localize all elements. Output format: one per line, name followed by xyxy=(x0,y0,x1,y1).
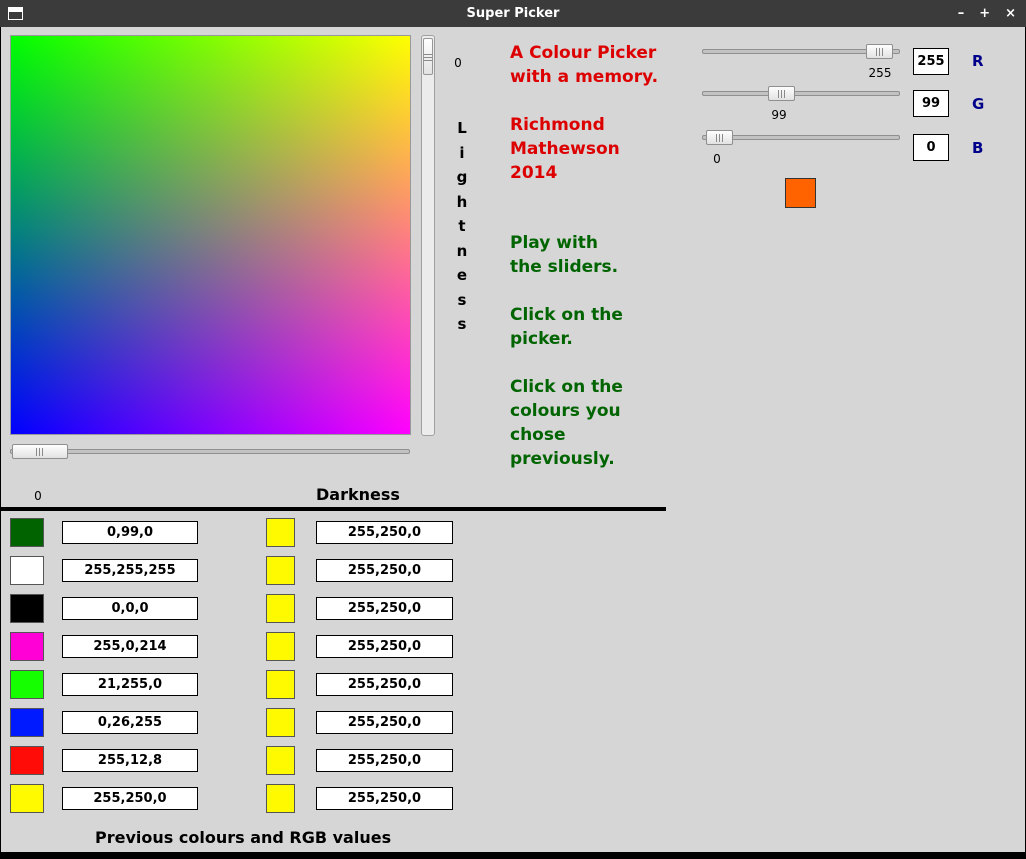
history-caption: Previous colours and RGB values xyxy=(95,828,391,847)
history-rgb-field[interactable]: 255,250,0 xyxy=(316,711,453,734)
history-rgb-field[interactable]: 255,250,0 xyxy=(316,673,453,696)
lightness-value: 0 xyxy=(448,56,468,70)
green-slider-value: 99 xyxy=(755,108,803,122)
history-colour-swatch[interactable] xyxy=(10,632,44,661)
history-colour-swatch[interactable] xyxy=(10,746,44,775)
history-row: 255,255,255 xyxy=(10,556,198,585)
minimize-button[interactable]: – xyxy=(958,6,965,21)
history-colour-swatch[interactable] xyxy=(266,784,295,813)
history-rgb-field[interactable]: 255,250,0 xyxy=(316,635,453,658)
green-slider[interactable] xyxy=(702,91,900,96)
current-colour-swatch xyxy=(785,178,816,208)
history-rgb-field[interactable]: 255,250,0 xyxy=(316,787,453,810)
history-rgb-field[interactable]: 255,12,8 xyxy=(62,749,198,772)
history-colour-swatch[interactable] xyxy=(10,784,44,813)
history-colour-swatch[interactable] xyxy=(266,632,295,661)
history-rgb-field[interactable]: 255,255,255 xyxy=(62,559,198,582)
separator-line xyxy=(0,507,666,511)
lightness-slider[interactable] xyxy=(421,35,435,436)
window-title: Super Picker xyxy=(0,6,1026,21)
slider-grip-icon xyxy=(778,90,786,98)
slider-grip-icon xyxy=(716,134,724,142)
window-icon[interactable] xyxy=(8,7,23,20)
slider-grip-icon xyxy=(876,48,884,56)
history-row: 255,250,0 xyxy=(266,708,453,737)
green-value-field[interactable]: 99 xyxy=(913,90,949,117)
history-rgb-field[interactable]: 0,0,0 xyxy=(62,597,198,620)
history-colour-swatch[interactable] xyxy=(10,556,44,585)
history-row: 255,250,0 xyxy=(266,746,453,775)
history-row: 0,99,0 xyxy=(10,518,198,547)
darkness-slider[interactable] xyxy=(10,449,410,454)
history-rgb-field[interactable]: 255,0,214 xyxy=(62,635,198,658)
darkness-value: 0 xyxy=(28,489,48,503)
history-row: 255,250,0 xyxy=(266,632,453,661)
credit-text: Richmond Mathewson 2014 xyxy=(510,113,620,185)
history-rgb-field[interactable]: 0,99,0 xyxy=(62,521,198,544)
titlebar: Super Picker – + × xyxy=(0,0,1026,27)
colour-picker-canvas[interactable] xyxy=(10,35,411,435)
history-colour-swatch[interactable] xyxy=(266,556,295,585)
history-rgb-field[interactable]: 255,250,0 xyxy=(316,597,453,620)
close-button[interactable]: × xyxy=(1005,6,1016,21)
headline-text: A Colour Picker with a memory. xyxy=(510,41,658,89)
super-picker-window: { "window": { "title": "Super Picker", "… xyxy=(0,0,1026,859)
history-colour-swatch[interactable] xyxy=(266,708,295,737)
history-row: 0,26,255 xyxy=(10,708,198,737)
history-colour-swatch[interactable] xyxy=(266,670,295,699)
blue-channel-label: B xyxy=(972,139,983,157)
red-slider-thumb[interactable] xyxy=(866,44,893,59)
darkness-label: Darkness xyxy=(316,485,400,504)
history-rgb-field[interactable]: 255,250,0 xyxy=(316,521,453,544)
history-row: 255,250,0 xyxy=(10,784,198,813)
tip-sliders-text: Play with the sliders. xyxy=(510,231,618,279)
history-row: 255,12,8 xyxy=(10,746,198,775)
maximize-button[interactable]: + xyxy=(979,6,990,21)
picker-gradient-overlay xyxy=(11,36,410,434)
red-slider-value: 255 xyxy=(856,66,904,80)
history-row: 255,0,214 xyxy=(10,632,198,661)
history-row: 255,250,0 xyxy=(266,518,453,547)
blue-slider-thumb[interactable] xyxy=(706,130,733,145)
history-row: 255,250,0 xyxy=(266,784,453,813)
history-rgb-field[interactable]: 21,255,0 xyxy=(62,673,198,696)
tip-picker-text: Click on the picker. xyxy=(510,303,623,351)
slider-grip-icon xyxy=(424,53,432,61)
history-colour-swatch[interactable] xyxy=(266,746,295,775)
window-bottom-border xyxy=(0,852,1026,859)
blue-slider-value: 0 xyxy=(693,152,741,166)
green-slider-thumb[interactable] xyxy=(768,86,795,101)
history-colour-swatch[interactable] xyxy=(10,518,44,547)
slider-grip-icon xyxy=(36,448,44,456)
history-rgb-field[interactable]: 255,250,0 xyxy=(316,559,453,582)
history-row: 255,250,0 xyxy=(266,556,453,585)
history-row: 21,255,0 xyxy=(10,670,198,699)
lightness-slider-thumb[interactable] xyxy=(423,38,433,75)
history-rgb-field[interactable]: 0,26,255 xyxy=(62,711,198,734)
tip-history-text: Click on the colours you chose previousl… xyxy=(510,375,623,471)
history-colour-swatch[interactable] xyxy=(266,594,295,623)
history-colour-swatch[interactable] xyxy=(10,708,44,737)
history-left-column: 0,99,0 255,255,255 0,0,0 255,0,214 21,25… xyxy=(10,518,198,813)
history-colour-swatch[interactable] xyxy=(266,518,295,547)
red-channel-label: R xyxy=(972,52,984,70)
history-right-column: 255,250,0 255,250,0 255,250,0 255,250,0 … xyxy=(266,518,453,813)
history-row: 0,0,0 xyxy=(10,594,198,623)
history-row: 255,250,0 xyxy=(266,670,453,699)
history-colour-swatch[interactable] xyxy=(10,670,44,699)
green-channel-label: G xyxy=(972,95,984,113)
window-controls: – + × xyxy=(958,0,1016,27)
history-colour-swatch[interactable] xyxy=(10,594,44,623)
lightness-label: L i g h t n e s s xyxy=(452,116,472,337)
history-rgb-field[interactable]: 255,250,0 xyxy=(316,749,453,772)
history-rgb-field[interactable]: 255,250,0 xyxy=(62,787,198,810)
red-value-field[interactable]: 255 xyxy=(913,48,949,75)
darkness-slider-thumb[interactable] xyxy=(12,444,68,459)
history-row: 255,250,0 xyxy=(266,594,453,623)
blue-value-field[interactable]: 0 xyxy=(913,134,949,161)
